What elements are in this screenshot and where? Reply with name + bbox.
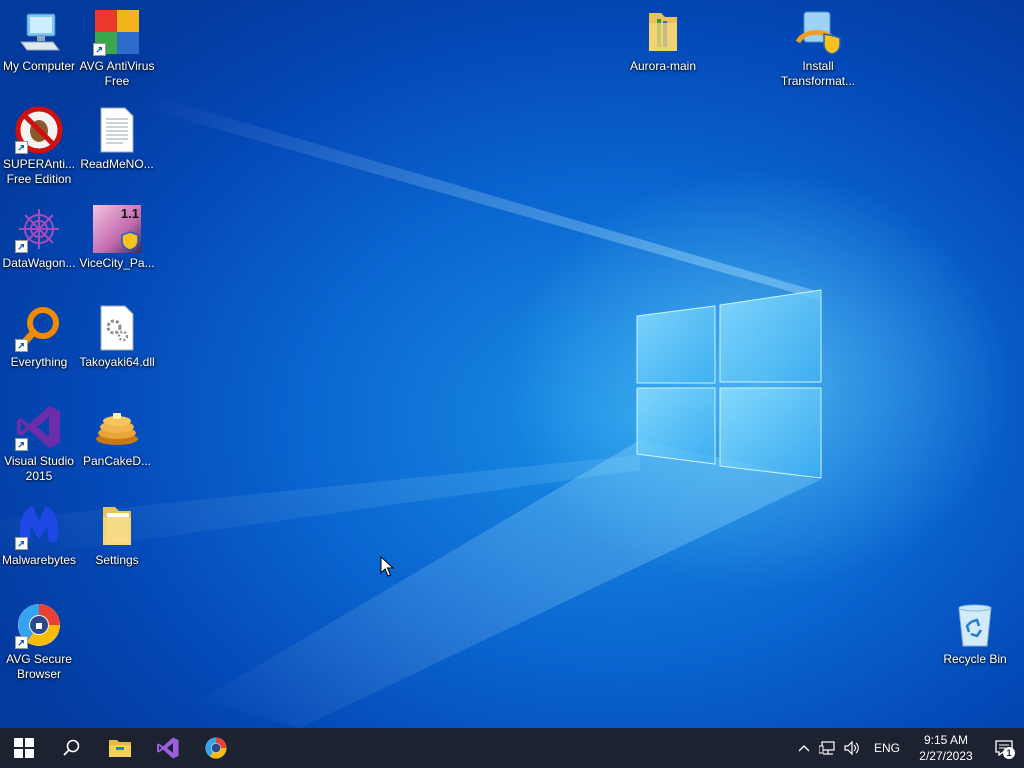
icon-label: Install Transformat... (780, 59, 856, 88)
shortcut-arrow-icon (15, 537, 28, 550)
desktop-icon-avg-antivirus[interactable]: AVG AntiVirus Free (78, 8, 156, 89)
desktop-icon-takoyaki[interactable]: Takoyaki64.dll (78, 304, 156, 370)
recycle-bin-icon (951, 601, 999, 649)
volume-button[interactable] (840, 728, 864, 768)
desktop-icon-settings-folder[interactable]: Settings (78, 502, 156, 568)
desktop-icon-everything[interactable]: Everything (0, 304, 78, 370)
dll-file-icon (93, 304, 141, 352)
folder-icon (93, 502, 141, 550)
taskbar: ENG 9:15 AM 2/27/2023 1 (0, 728, 1024, 768)
icon-label: Everything (10, 355, 68, 369)
desktop-icon-readme[interactable]: ReadMeNO... (78, 106, 156, 172)
desktop-icon-my-computer[interactable]: My Computer (0, 8, 78, 74)
desktop-icon-recycle-bin[interactable]: Recycle Bin (936, 601, 1014, 667)
clock-date: 2/27/2023 (919, 749, 973, 763)
shortcut-arrow-icon (15, 141, 28, 154)
show-hidden-icons-button[interactable] (792, 728, 816, 768)
icon-label: PanCakeD... (82, 454, 152, 468)
malwarebytes-icon (15, 502, 63, 550)
clock[interactable]: 9:15 AM 2/27/2023 (912, 732, 980, 764)
taskbar-file-explorer[interactable] (96, 728, 144, 768)
desktop-icon-avg-secure-browser[interactable]: AVG Secure Browser (0, 601, 78, 682)
desktop-icon-datawagon[interactable]: DataWagon... (0, 205, 78, 271)
desktop-icon-vicecity[interactable]: 1.1 ViceCity_Pa... (78, 205, 156, 271)
taskbar-search-button[interactable] (48, 728, 96, 768)
shortcut-arrow-icon (15, 636, 28, 649)
icon-label: My Computer (2, 59, 76, 73)
desktop-icon-malwarebytes[interactable]: Malwarebytes (0, 502, 78, 568)
superantispyware-icon (15, 106, 63, 154)
icon-label: Takoyaki64.dll (79, 355, 155, 369)
taskbar-avg-browser[interactable] (192, 728, 240, 768)
language-indicator[interactable]: ENG (874, 741, 900, 755)
desktop[interactable]: My Computer SUPERAnti... Free Edition Da… (0, 0, 1024, 728)
shortcut-arrow-icon (15, 339, 28, 352)
icon-label: DataWagon... (2, 256, 76, 270)
shortcut-arrow-icon (15, 438, 28, 451)
vicecity-version-badge: 1.1 (120, 206, 139, 221)
file-explorer-icon (109, 740, 131, 757)
visual-studio-icon (15, 403, 63, 451)
pancake-icon (93, 403, 141, 451)
avg-browser-icon (205, 737, 227, 759)
vicecity-patch-icon: 1.1 (93, 205, 141, 253)
network-icon (818, 741, 835, 755)
avg-browser-icon (15, 601, 63, 649)
speaker-icon (844, 740, 859, 756)
datawagon-icon (15, 205, 63, 253)
windows-logo-wallpaper (636, 289, 822, 479)
icon-label: Recycle Bin (943, 652, 1007, 666)
notification-count-badge: 1 (1003, 747, 1015, 759)
shortcut-arrow-icon (93, 43, 106, 56)
icon-label: Malwarebytes (1, 553, 77, 567)
desktop-icon-superantispyware[interactable]: SUPERAnti... Free Edition (0, 106, 78, 187)
clock-time: 9:15 AM (923, 733, 969, 747)
search-icon (63, 739, 80, 756)
installer-icon (794, 8, 842, 56)
computer-icon (15, 8, 63, 56)
text-document-icon (93, 106, 141, 154)
icon-label: AVG AntiVirus Free (79, 59, 155, 88)
icon-label: Settings (95, 553, 139, 567)
icon-label: AVG Secure Browser (6, 652, 72, 681)
mouse-cursor-icon (380, 556, 394, 577)
icon-label: Aurora-main (629, 59, 697, 73)
action-center-button[interactable]: 1 (984, 728, 1024, 768)
network-button[interactable] (816, 728, 840, 768)
taskbar-visual-studio[interactable] (144, 728, 192, 768)
visual-studio-icon (157, 737, 179, 759)
icon-label: ReadMeNO... (80, 157, 154, 171)
avg-antivirus-icon (93, 8, 141, 56)
desktop-icon-install-transformat[interactable]: Install Transformat... (779, 8, 857, 89)
start-button[interactable] (0, 728, 48, 768)
desktop-icon-visual-studio[interactable]: Visual Studio 2015 (0, 403, 78, 484)
icon-label: SUPERAnti... Free Edition (2, 157, 76, 186)
chevron-up-icon (798, 745, 810, 752)
shortcut-arrow-icon (15, 240, 28, 253)
windows-start-icon (14, 738, 34, 758)
icon-label: ViceCity_Pa... (79, 256, 155, 270)
everything-search-icon (15, 304, 63, 352)
folder-icon (639, 8, 687, 56)
desktop-icon-aurora-main[interactable]: Aurora-main (624, 8, 702, 74)
icon-label: Visual Studio 2015 (4, 454, 74, 483)
desktop-icon-pancake[interactable]: PanCakeD... (78, 403, 156, 469)
system-tray: ENG 9:15 AM 2/27/2023 1 (792, 728, 1024, 768)
